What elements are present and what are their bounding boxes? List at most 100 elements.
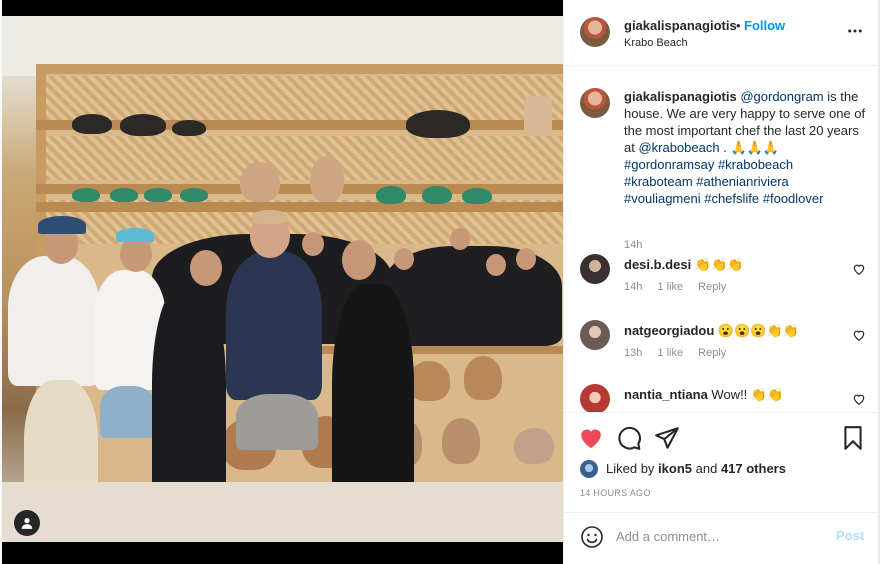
- comment-line: natgeorgiadou 😮😮😮👏👏: [624, 323, 799, 339]
- avatar[interactable]: [580, 460, 598, 478]
- more-horizontal-icon[interactable]: [846, 22, 864, 40]
- photo-face: [394, 248, 414, 270]
- likes-count[interactable]: 417 others: [721, 461, 786, 476]
- comment-icon[interactable]: [616, 425, 642, 451]
- comment-text: Wow!! 👏👏: [711, 387, 784, 402]
- photo-jars: [514, 428, 554, 464]
- hashtag-links[interactable]: #kraboteam #athenianriviera: [624, 174, 789, 189]
- heart-outline-icon[interactable]: [852, 328, 866, 342]
- photo-bowl: [180, 188, 208, 202]
- comment-username[interactable]: desi.b.desi: [624, 257, 691, 272]
- comment-time[interactable]: 14h: [624, 281, 642, 293]
- bottom-overlay-bar: [2, 542, 563, 564]
- heart-outline-icon[interactable]: [852, 392, 866, 406]
- photo-vase: [442, 418, 480, 464]
- comment-text: 👏👏👏: [694, 257, 744, 272]
- follow-button[interactable]: Follow: [744, 18, 785, 33]
- hashtag-links[interactable]: #gordonramsay #krabobeach: [624, 157, 793, 172]
- comment-likes[interactable]: 1 like: [657, 347, 683, 359]
- instagram-post-modal: giakalispanagiotis • Follow Krabo Beach …: [0, 0, 880, 564]
- comment-text: 😮😮😮👏👏: [717, 323, 799, 338]
- avatar[interactable]: [580, 320, 610, 350]
- photo-shelf: [36, 120, 563, 130]
- photo-vase: [524, 96, 552, 136]
- photo-face: [450, 228, 470, 250]
- photo-vase: [464, 356, 502, 400]
- photo-vase: [310, 156, 344, 202]
- top-overlay-bar: [2, 0, 563, 16]
- photo-hair: [252, 210, 288, 224]
- avatar[interactable]: [580, 17, 610, 47]
- reply-button[interactable]: Reply: [698, 347, 726, 359]
- photo-vase: [408, 361, 450, 401]
- liked-by-user[interactable]: ikon5: [658, 461, 692, 476]
- comment-input[interactable]: [616, 525, 826, 547]
- author-username[interactable]: giakalispanagiotis: [624, 18, 737, 33]
- caption-username[interactable]: giakalispanagiotis: [624, 89, 737, 104]
- post-sidebar: giakalispanagiotis • Follow Krabo Beach …: [563, 0, 879, 564]
- comment-time[interactable]: 13h: [624, 347, 642, 359]
- add-comment-bar: Post: [564, 512, 879, 564]
- photo-bowl: [462, 188, 492, 204]
- photo-weave-panel: [46, 76, 563, 120]
- photo-pot: [406, 110, 470, 138]
- mention-link[interactable]: @gordongram: [740, 89, 823, 104]
- photo-face: [516, 248, 536, 270]
- photo-bowl: [422, 186, 452, 204]
- photo-person: [100, 386, 156, 438]
- comment-username[interactable]: natgeorgiadou: [624, 323, 714, 338]
- photo-hat: [38, 216, 86, 234]
- likes-text: Liked by ikon5 and 417 others: [606, 461, 786, 476]
- photo-pot: [120, 114, 166, 136]
- photo-face: [190, 250, 222, 286]
- separator-dot: •: [736, 18, 741, 33]
- user-icon: [21, 518, 33, 529]
- caption-time[interactable]: 14h: [624, 239, 642, 251]
- post-header: giakalispanagiotis • Follow Krabo Beach: [564, 0, 879, 66]
- share-icon[interactable]: [654, 425, 680, 451]
- post-timestamp[interactable]: 14 HOURS AGO: [580, 488, 651, 498]
- photo-face: [342, 240, 376, 280]
- photo-person: [236, 394, 318, 450]
- photo-bowl: [144, 188, 172, 202]
- tagged-users-button[interactable]: [14, 510, 40, 536]
- comments-scroll[interactable]: giakalispanagiotis @gordongram is the ho…: [564, 66, 879, 412]
- hashtag-links[interactable]: #vouliagmeni #chefslife #foodlover: [624, 191, 823, 206]
- photo-bowl: [376, 186, 406, 204]
- location-link[interactable]: Krabo Beach: [624, 37, 688, 49]
- heart-outline-icon[interactable]: [852, 262, 866, 276]
- photo-pot: [72, 114, 112, 134]
- photo-weave-panel: [46, 136, 563, 180]
- avatar[interactable]: [580, 254, 610, 284]
- reply-button[interactable]: Reply: [698, 281, 726, 293]
- liked-by-and: and: [692, 461, 721, 476]
- avatar[interactable]: [580, 384, 610, 412]
- post-actions: Liked by ikon5 and 417 others 14 HOURS A…: [564, 412, 879, 512]
- photo-cap: [116, 228, 154, 242]
- emoji-icon[interactable]: [580, 525, 604, 549]
- mention-link[interactable]: @krabobeach: [638, 140, 719, 155]
- heart-filled-icon[interactable]: [578, 425, 604, 451]
- comment-item: natgeorgiadou 😮😮😮👏👏 13h 1 like Reply: [580, 320, 870, 370]
- photo-person: [226, 252, 322, 400]
- avatar[interactable]: [580, 88, 610, 118]
- comment-item: desi.b.desi 👏👏👏 14h 1 like Reply: [580, 254, 870, 304]
- photo-face: [486, 254, 506, 276]
- liked-by-prefix: Liked by: [606, 461, 659, 476]
- photo-floor: [2, 482, 563, 542]
- photo-vase: [240, 162, 280, 202]
- photo-pot: [172, 120, 206, 136]
- comment-meta: 13h 1 like Reply: [624, 347, 738, 359]
- caption-body: . 🙏🙏🙏: [719, 140, 780, 155]
- comment-likes[interactable]: 1 like: [657, 281, 683, 293]
- bookmark-icon[interactable]: [840, 425, 866, 451]
- comment-line: desi.b.desi 👏👏👏: [624, 257, 743, 273]
- photo-person: [8, 256, 100, 386]
- post-comment-button[interactable]: Post: [836, 528, 864, 543]
- comment-line: nantia_ntiana Wow!! 👏👏: [624, 387, 783, 403]
- photo-face: [302, 232, 324, 256]
- comment-username[interactable]: nantia_ntiana: [624, 387, 708, 402]
- photo-bowl: [110, 188, 138, 202]
- caption-text: giakalispanagiotis @gordongram is the ho…: [624, 88, 869, 207]
- post-photo[interactable]: [2, 16, 563, 542]
